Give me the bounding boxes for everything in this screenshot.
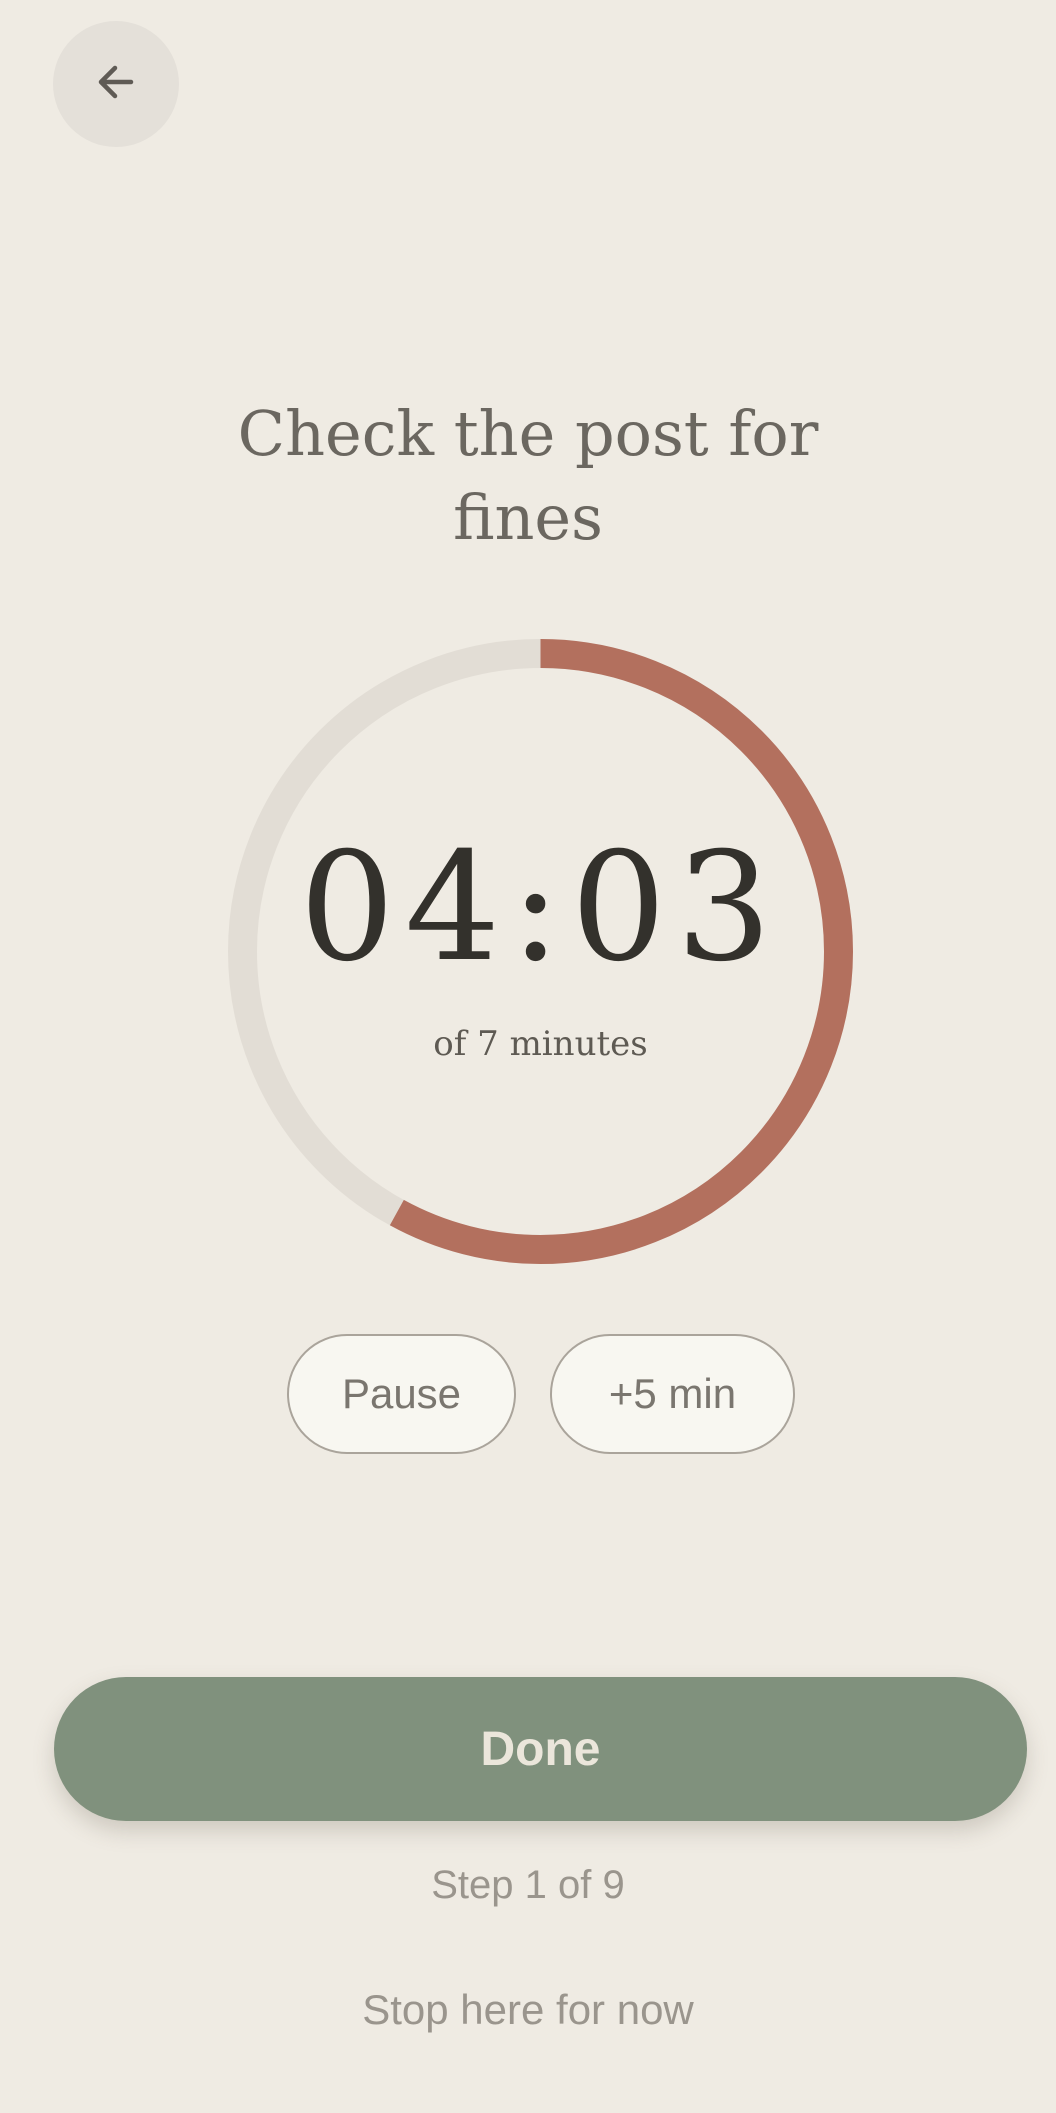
total-duration: of 7 minutes bbox=[433, 1024, 648, 1064]
stop-for-now-link[interactable]: Stop here for now bbox=[330, 1980, 726, 2040]
add-five-minutes-button[interactable]: +5 min bbox=[550, 1334, 795, 1454]
arrow-left-icon bbox=[93, 59, 139, 110]
back-button[interactable] bbox=[53, 21, 179, 147]
task-title: Check the post for fines bbox=[237, 397, 819, 554]
timer-ring: 04:03 of 7 minutes bbox=[227, 638, 854, 1265]
time-remaining: 04:03 bbox=[299, 821, 782, 995]
step-indicator: Step 1 of 9 bbox=[431, 1863, 625, 1907]
done-button[interactable]: Done bbox=[54, 1677, 1027, 1821]
pause-button[interactable]: Pause bbox=[287, 1334, 516, 1454]
